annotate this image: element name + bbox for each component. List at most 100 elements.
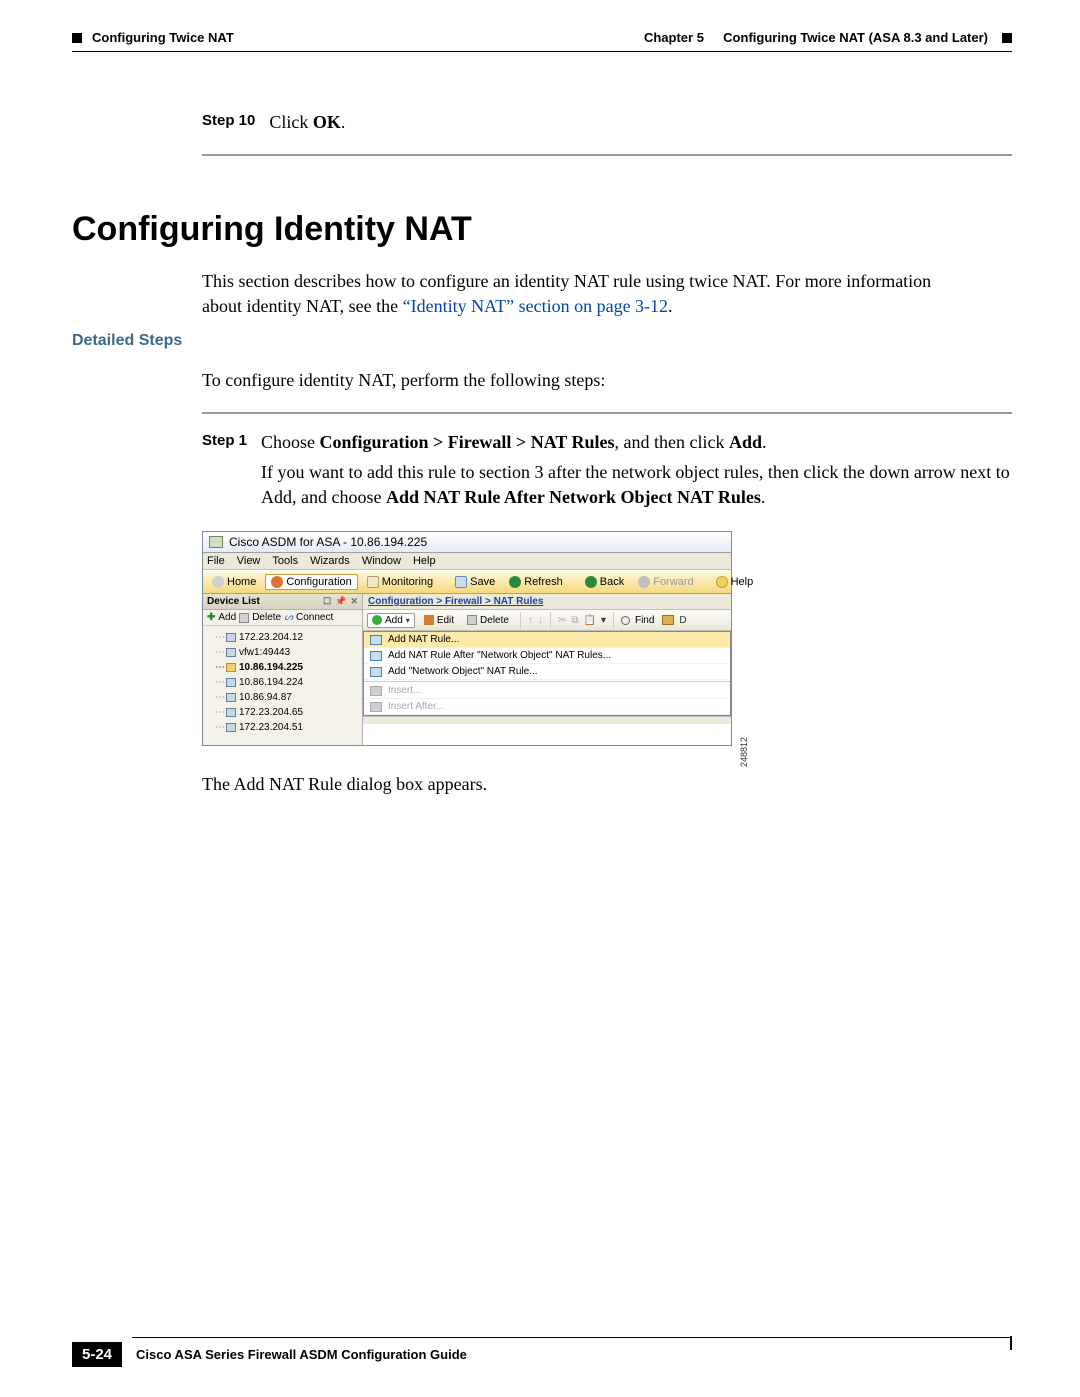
save-button[interactable]: Save — [450, 575, 500, 589]
menu-tools[interactable]: Tools — [272, 555, 298, 567]
menu-file[interactable]: File — [207, 555, 225, 567]
page-content: Configuring Twice NAT Chapter 5 Configur… — [72, 30, 1012, 810]
help-button[interactable]: Help — [711, 575, 759, 589]
forward-icon — [638, 576, 650, 588]
edit-rule-button[interactable]: Edit — [420, 614, 458, 627]
dropdown-separator — [364, 681, 730, 682]
dd-insert-after: Insert After... — [364, 699, 730, 715]
device-item[interactable]: ⋯10.86.94.87 — [209, 690, 360, 705]
page-number: 5-24 — [72, 1342, 122, 1367]
trash-icon — [239, 613, 249, 623]
plus-icon: ✚ — [207, 612, 215, 623]
refresh-icon — [509, 576, 521, 588]
toolbar-separator — [613, 612, 614, 628]
menu-wizards[interactable]: Wizards — [310, 555, 350, 567]
host-icon — [226, 633, 236, 642]
window-title-bar: Cisco ASDM for ASA - 10.86.194.225 — [203, 532, 731, 553]
panel-pin-icon[interactable]: ☐ — [323, 596, 331, 607]
connect-button[interactable]: Connect — [296, 612, 333, 623]
figure-id: 248812 — [739, 737, 749, 767]
device-item[interactable]: ⋯172.23.204.65 — [209, 705, 360, 720]
menu-help[interactable]: Help — [413, 555, 436, 567]
lead-line: To configure identity NAT, perform the f… — [202, 368, 1012, 392]
configuration-button[interactable]: Configuration — [265, 574, 357, 590]
asdm-screenshot: Cisco ASDM for ASA - 10.86.194.225 File … — [202, 531, 732, 746]
menu-window[interactable]: Window — [362, 555, 401, 567]
save-icon — [455, 576, 467, 588]
dd-insert: Insert... — [364, 683, 730, 699]
add-icon — [372, 615, 382, 625]
move-down-icon[interactable]: ↓ — [538, 615, 543, 626]
host-icon — [226, 648, 236, 657]
copy-icon[interactable]: ⧉ — [571, 615, 578, 626]
menu-view[interactable]: View — [237, 555, 261, 567]
main-toolbar: Home Configuration Monitoring Save Refre… — [203, 570, 731, 594]
monitoring-button[interactable]: Monitoring — [362, 575, 438, 589]
step-10: Step 10 Click OK. — [202, 110, 1012, 134]
paste-icon[interactable]: 📋 — [583, 615, 595, 626]
cut-icon[interactable]: ✂ — [558, 615, 566, 626]
add-dropdown-menu: Add NAT Rule... Add NAT Rule After "Netw… — [363, 631, 731, 716]
panel-pin-icon[interactable]: 📌 — [335, 596, 346, 607]
device-item[interactable]: ⋯172.23.204.51 — [209, 720, 360, 735]
insert-after-icon — [370, 702, 382, 712]
step-label: Step 10 — [202, 110, 255, 134]
back-icon — [585, 576, 597, 588]
device-list-header: Device List ☐📌✕ — [203, 594, 362, 610]
edit-icon — [424, 615, 434, 625]
chevron-down-icon: ▾ — [406, 616, 410, 625]
menu-bar: File View Tools Wizards Window Help — [203, 553, 731, 570]
rules-toolbar: Add ▾ Edit Delete ↑ ↓ ✂ ⧉ 📋 ▾ Find D — [363, 610, 731, 631]
device-list-toolbar: ✚Add Delete ᔕConnect — [203, 610, 362, 626]
delete-rule-button[interactable]: Delete — [463, 614, 513, 627]
footer-rule — [132, 1337, 1012, 1338]
diagram-icon[interactable] — [662, 615, 674, 625]
step-body: Click OK. — [269, 110, 1012, 134]
device-item[interactable]: ⋯10.86.194.224 — [209, 675, 360, 690]
configuration-icon — [271, 576, 283, 588]
header-title: Configuring Twice NAT (ASA 8.3 and Later… — [723, 30, 988, 45]
header-left-text: Configuring Twice NAT — [92, 30, 234, 45]
dd-add-nat-rule[interactable]: Add NAT Rule... — [364, 632, 730, 648]
toolbar-separator — [550, 612, 551, 628]
breadcrumb[interactable]: Configuration > Firewall > NAT Rules — [363, 594, 731, 610]
crossref-link[interactable]: “Identity NAT” section on page 3-12 — [403, 296, 668, 316]
delete-device-button[interactable]: Delete — [252, 612, 281, 623]
host-icon — [226, 663, 236, 672]
panel-close-icon[interactable]: ✕ — [350, 596, 358, 607]
monitoring-icon — [367, 576, 379, 588]
device-item-selected[interactable]: ⋯10.86.194.225 — [209, 660, 360, 675]
find-button[interactable]: Find — [635, 615, 654, 626]
header-bullet-icon — [1002, 33, 1012, 43]
device-item[interactable]: ⋯172.23.204.12 — [209, 630, 360, 645]
toolbar-separator — [520, 612, 521, 628]
refresh-button[interactable]: Refresh — [504, 575, 568, 589]
step-body: Choose Configuration > Firewall > NAT Ru… — [261, 430, 1012, 509]
main-panel: Configuration > Firewall > NAT Rules Add… — [363, 594, 731, 745]
rule-icon — [370, 635, 382, 645]
delete-icon — [467, 615, 477, 625]
dd-add-after-obj[interactable]: Add NAT Rule After "Network Object" NAT … — [364, 648, 730, 664]
add-device-button[interactable]: Add — [218, 612, 236, 623]
rule-icon — [370, 651, 382, 661]
footer-guide-title: Cisco ASA Series Firewall ASDM Configura… — [136, 1347, 467, 1362]
add-rule-button[interactable]: Add ▾ — [367, 613, 415, 628]
connect-icon: ᔕ — [284, 612, 293, 623]
move-up-icon[interactable]: ↑ — [528, 615, 533, 626]
steps-start-rule — [202, 412, 1012, 414]
running-header: Configuring Twice NAT Chapter 5 Configur… — [72, 30, 1012, 49]
device-list-panel: Device List ☐📌✕ ✚Add Delete ᔕConnect ⋯17… — [203, 594, 363, 745]
back-button[interactable]: Back — [580, 575, 629, 589]
device-item[interactable]: ⋯vfw1:49443 — [209, 645, 360, 660]
rule-icon — [370, 667, 382, 677]
intro-paragraph: This section describes how to configure … — [202, 269, 1012, 318]
forward-button[interactable]: Forward — [633, 575, 698, 589]
step-1: Step 1 Choose Configuration > Firewall >… — [202, 430, 1012, 509]
host-icon — [226, 678, 236, 687]
home-button[interactable]: Home — [207, 575, 261, 589]
dd-add-obj-rule[interactable]: Add "Network Object" NAT Rule... — [364, 664, 730, 680]
home-icon — [212, 576, 224, 588]
step-label: Step 1 — [202, 430, 247, 509]
section-heading: Configuring Identity NAT — [72, 210, 1012, 249]
insert-icon — [370, 686, 382, 696]
